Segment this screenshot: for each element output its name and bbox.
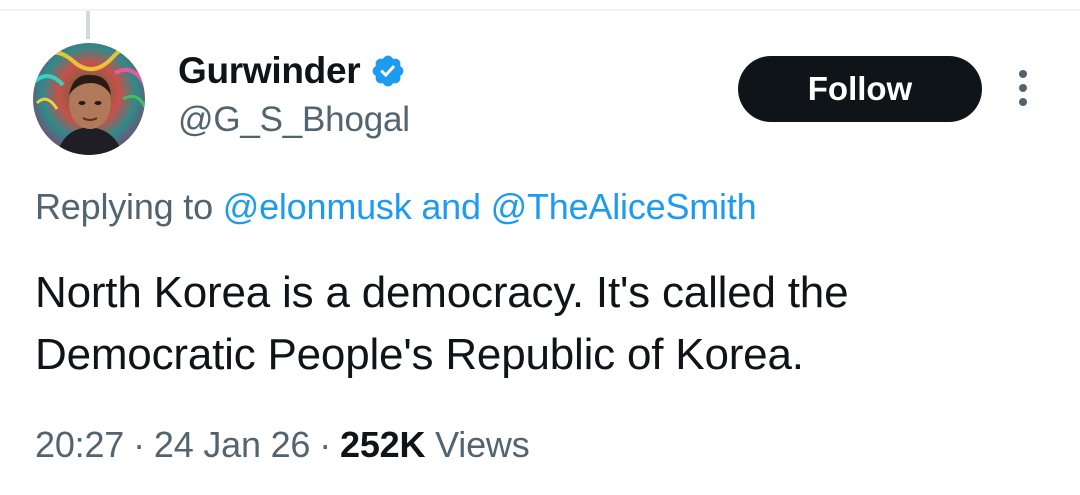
views-count: 252K [340,424,426,465]
author-name-row[interactable]: Gurwinder [178,48,406,94]
thread-connector-line [86,11,90,39]
top-divider [0,9,1080,11]
author-handle[interactable]: @G_S_Bhogal [178,100,410,140]
mention-joiner: and [421,186,481,227]
follow-button[interactable]: Follow [738,56,982,122]
reply-context: Replying to @elonmusk and @TheAliceSmith [35,186,757,228]
avatar-image [33,43,145,155]
mention-link-thealicesmith[interactable]: @TheAliceSmith [491,186,757,227]
tweet-date[interactable]: 24 Jan 26 [154,424,311,465]
reply-prefix: Replying to [35,186,213,227]
meta-separator: · [133,424,145,465]
verified-badge-icon [370,53,406,89]
tweet-text: North Korea is a democracy. It's called … [35,268,849,379]
meta-separator: · [319,424,332,465]
views-label: Views [435,424,530,465]
mention-link-elonmusk[interactable]: @elonmusk [223,186,412,227]
avatar[interactable] [33,43,145,155]
tweet-time[interactable]: 20:27 [35,424,124,465]
more-vertical-icon[interactable] [1008,68,1038,112]
author-display-name[interactable]: Gurwinder [178,50,361,92]
tweet-meta: 20:27 · 24 Jan 26 · 252K Views [35,424,530,466]
